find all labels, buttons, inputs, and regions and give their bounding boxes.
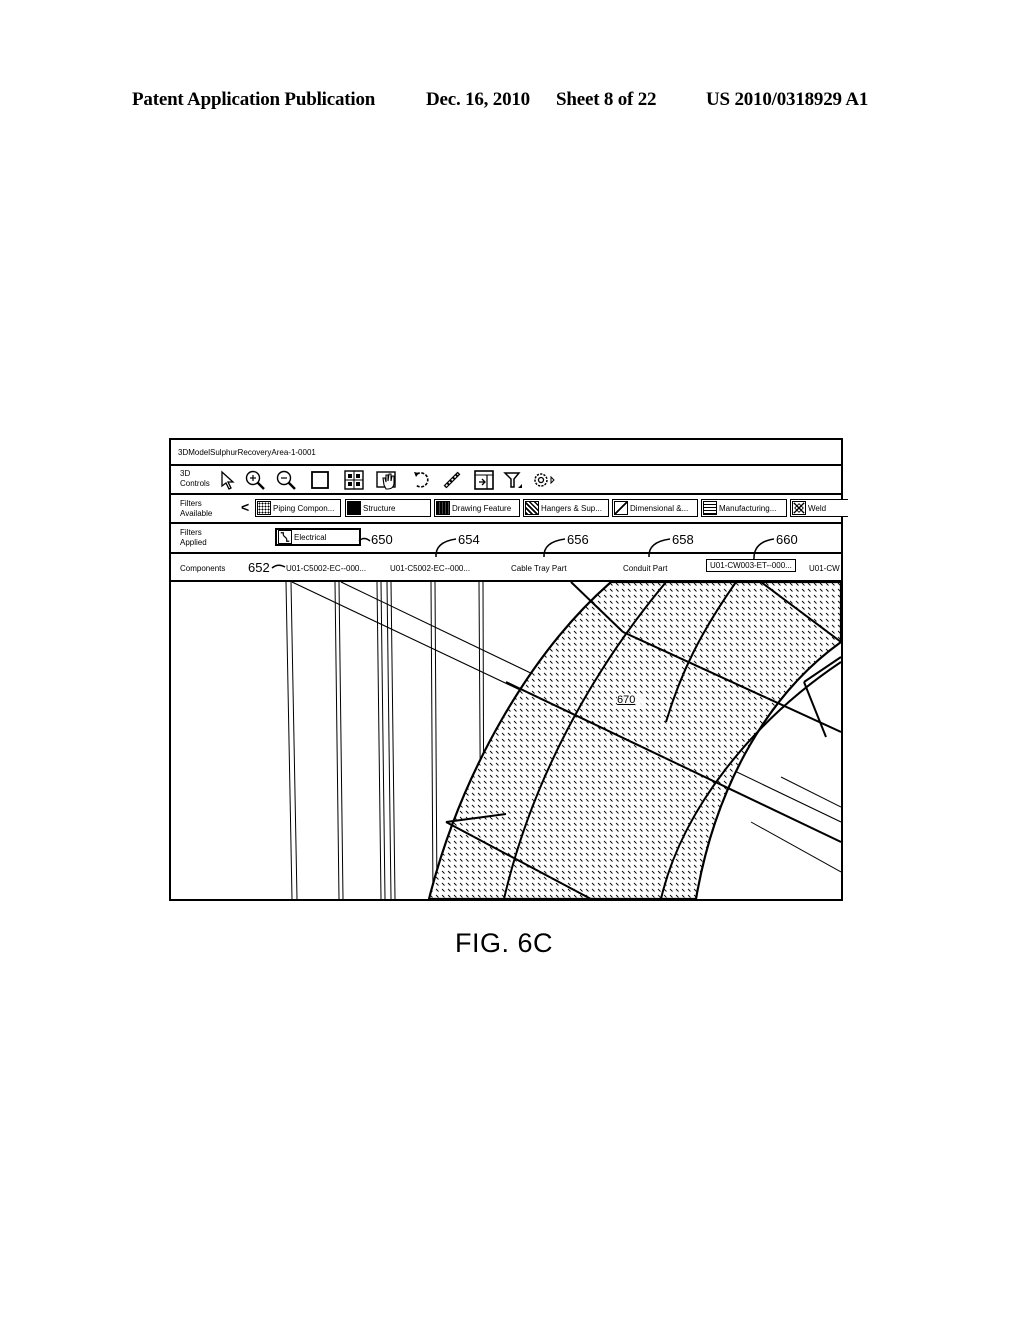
filters-available-bar: Filters Available < Piping Compon... Str… — [171, 495, 848, 524]
controls-label: 3D Controls — [180, 469, 210, 489]
filter-chip-manufacturing[interactable]: Manufacturing... — [701, 499, 787, 517]
controls-label-line2: Controls — [180, 479, 210, 488]
export-icon[interactable] — [473, 469, 495, 491]
components-label: Components — [180, 564, 226, 573]
filter-chip-label: Drawing Feature — [452, 503, 512, 513]
filter-chip-label: Electrical — [294, 532, 327, 542]
filters-applied-label: Filters Applied — [180, 528, 207, 548]
model-render — [285, 582, 841, 899]
filter-chip-label: Weld — [808, 503, 827, 513]
filters-applied-bar: Filters Applied Electrical — [171, 524, 841, 554]
cable-tray-bend-670 — [427, 582, 841, 899]
filter-chip-label: Piping Compon... — [273, 503, 335, 513]
component-item[interactable]: U01-C5002-EC--000... — [390, 564, 470, 573]
filter-chip-hangers[interactable]: Hangers & Sup... — [523, 499, 609, 517]
component-item[interactable]: Cable Tray Part — [511, 564, 567, 573]
window-zoom-icon[interactable] — [309, 469, 331, 491]
measure-icon[interactable] — [441, 469, 463, 491]
drawing-feature-pattern-icon — [436, 501, 450, 515]
rotate-icon[interactable] — [411, 469, 433, 491]
ref-numeral-670: 670 — [617, 694, 636, 706]
filter-chip-weld[interactable]: Weld — [790, 499, 848, 517]
controls-label-line1: 3D — [180, 469, 191, 478]
sheet-number: Sheet 8 of 22 — [556, 89, 657, 110]
filter-icon[interactable] — [503, 469, 525, 491]
controls-toolbar: 3D Controls — [171, 466, 841, 495]
applied-chip-electrical[interactable]: Electrical — [275, 528, 361, 546]
filter-chip-label: Structure — [363, 503, 396, 513]
component-item[interactable]: U01-CW — [809, 564, 840, 573]
select-pointer-icon[interactable] — [217, 469, 239, 491]
filter-chip-label: Manufacturing... — [719, 503, 777, 513]
settings-icon[interactable] — [531, 469, 559, 491]
filter-chip-drawing-feature[interactable]: Drawing Feature — [434, 499, 520, 517]
ref-numeral-658: 658 — [672, 532, 694, 547]
structure-pattern-icon — [347, 501, 361, 515]
component-item[interactable]: Conduit Part — [623, 564, 667, 573]
ref-numeral-652: 652 — [248, 560, 270, 575]
title-bar: 3DModelSulphurRecoveryArea-1-0001 — [171, 440, 841, 466]
publication-number: US 2010/0318929 A1 — [706, 89, 869, 110]
window-title: 3DModelSulphurRecoveryArea-1-0001 — [178, 448, 316, 457]
publication-date: Dec. 16, 2010 — [426, 89, 530, 110]
weld-pattern-icon — [792, 501, 806, 515]
fit-all-icon[interactable] — [343, 469, 365, 491]
filters-available-label-line1: Filters — [180, 499, 202, 508]
ref-numeral-660: 660 — [776, 532, 798, 547]
ref-numeral-656: 656 — [567, 532, 589, 547]
dimensional-pattern-icon — [614, 501, 628, 515]
ref-numeral-654: 654 — [458, 532, 480, 547]
filters-available-label-line2: Available — [180, 509, 213, 518]
piping-pattern-icon — [257, 501, 271, 515]
scroll-left-chevron-icon[interactable]: < — [241, 499, 249, 515]
component-item[interactable]: U01-C5002-EC--000... — [286, 564, 366, 573]
hangers-pattern-icon — [525, 501, 539, 515]
manufacturing-pattern-icon — [703, 501, 717, 515]
pan-hand-icon[interactable] — [375, 469, 401, 491]
zoom-in-icon[interactable] — [244, 469, 266, 491]
publication-type: Patent Application Publication — [132, 89, 376, 110]
filter-chip-label: Hangers & Sup... — [541, 503, 602, 513]
filter-chip-label: Dimensional &... — [630, 503, 689, 513]
component-item-selected[interactable]: U01-CW003-ET--000... — [706, 559, 796, 572]
electrical-pattern-icon — [278, 530, 292, 544]
filters-applied-label-line2: Applied — [180, 538, 207, 547]
figure-caption: FIG. 6C — [455, 928, 554, 958]
3d-viewport[interactable]: 670 — [171, 582, 841, 899]
filters-available-label: Filters Available — [180, 499, 212, 519]
components-bar: Components U01-C5002-EC--000... U01-C500… — [171, 554, 841, 582]
filter-chip-structure[interactable]: Structure — [345, 499, 431, 517]
model-viewer-window: 3DModelSulphurRecoveryArea-1-0001 3D Con… — [169, 438, 848, 901]
ref-numeral-650: 650 — [371, 532, 393, 547]
zoom-out-icon[interactable] — [275, 469, 297, 491]
tray-continuation-lines — [750, 776, 841, 873]
filter-chip-dimensional[interactable]: Dimensional &... — [612, 499, 698, 517]
filter-chip-piping[interactable]: Piping Compon... — [255, 499, 341, 517]
filters-applied-label-line1: Filters — [180, 528, 202, 537]
